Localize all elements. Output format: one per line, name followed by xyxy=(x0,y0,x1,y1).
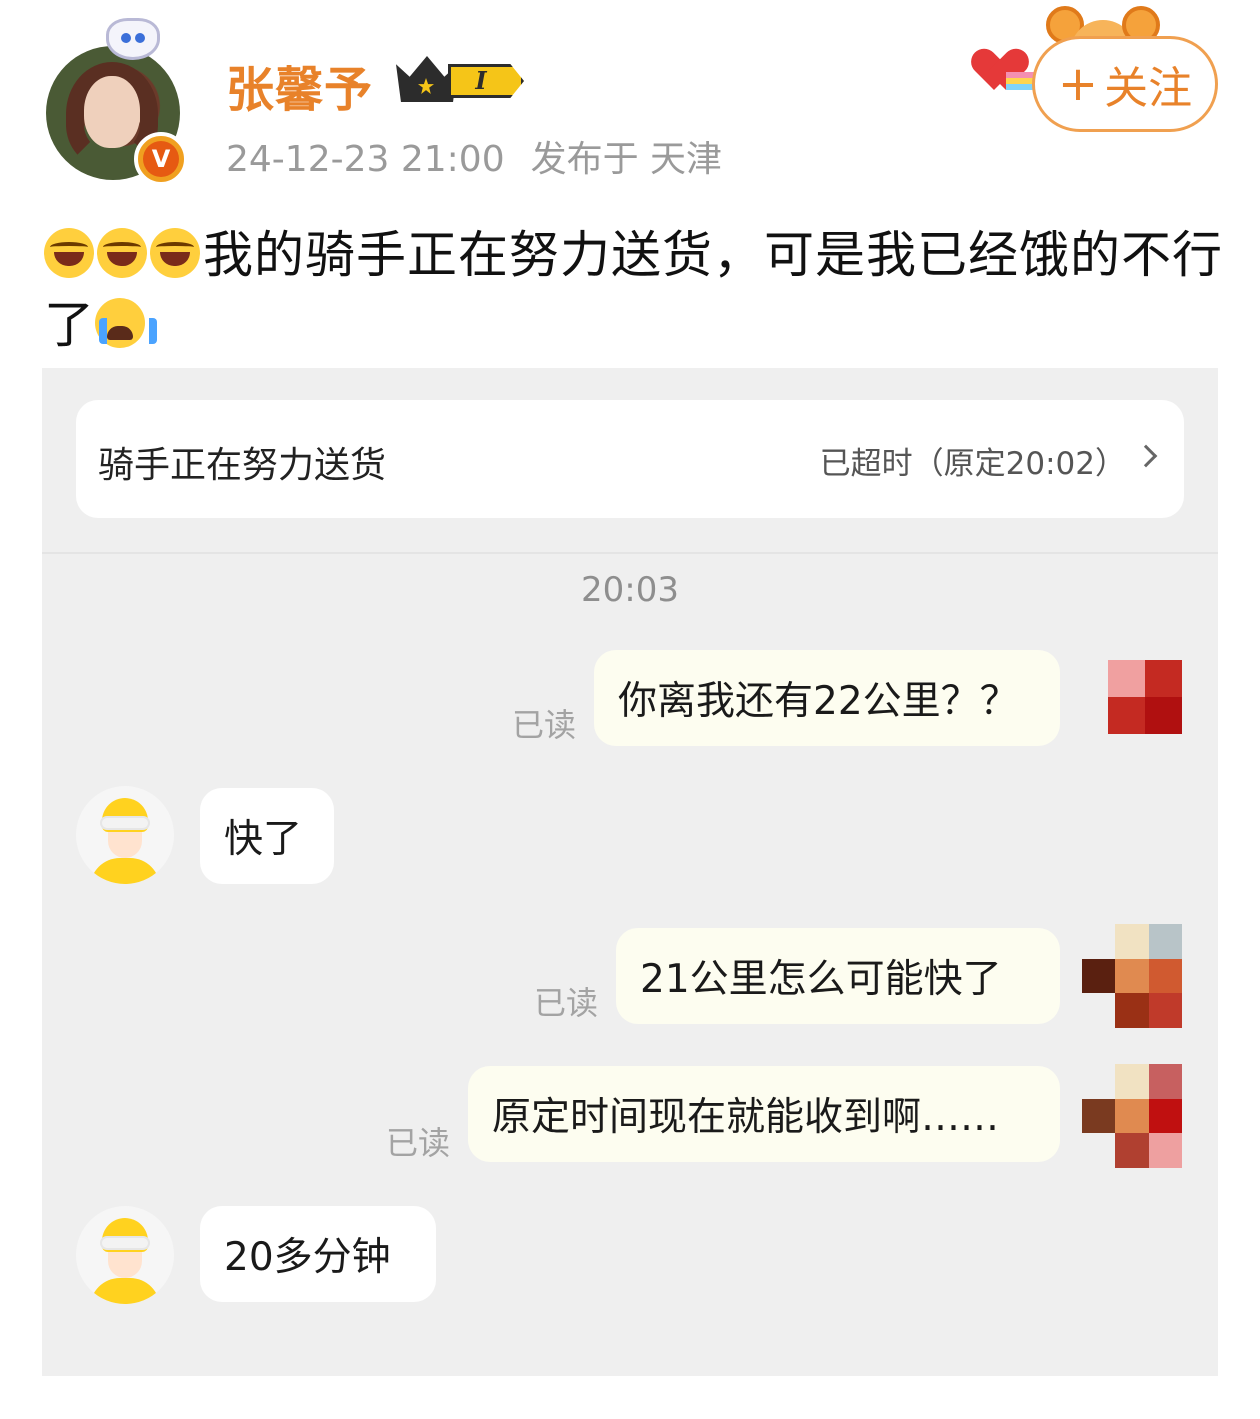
my-avatar-pixelated xyxy=(1082,1064,1182,1168)
delivery-status-title: 骑手正在努力送货 xyxy=(98,445,387,486)
read-receipt: 已读 xyxy=(534,984,599,1022)
overdue-status: 已超时（原定20:02） xyxy=(819,446,1126,482)
message-bubble-received[interactable]: 20多分钟 xyxy=(200,1206,436,1302)
delivery-status-card[interactable]: 骑手正在努力送货 已超时（原定20:02） xyxy=(76,400,1184,518)
message-bubble-received[interactable]: 快了 xyxy=(200,788,334,884)
message-bubble-sent[interactable]: 21公里怎么可能快了 xyxy=(616,928,1060,1024)
plus-icon: + xyxy=(1057,56,1099,112)
laugh-cry-emoji-icon xyxy=(44,228,94,278)
rider-avatar[interactable] xyxy=(76,1206,174,1304)
message-bubble-sent[interactable]: 原定时间现在就能收到啊…… xyxy=(468,1066,1060,1162)
username[interactable]: 张馨予 xyxy=(226,50,373,120)
chevron-right-icon xyxy=(1134,444,1158,468)
follow-button[interactable]: + 关注 xyxy=(1032,36,1218,132)
my-avatar-pixelated xyxy=(1108,660,1182,734)
follow-label: 关注 xyxy=(1104,63,1193,114)
avatar-pendant-icon xyxy=(106,18,160,60)
laugh-cry-emoji-icon xyxy=(97,228,147,278)
post-date: 24-12-23 21:00 xyxy=(226,139,505,180)
chat-timestamp: 20:03 xyxy=(581,570,679,610)
post-meta: 24-12-23 21:00 发布于 天津 xyxy=(226,130,722,182)
read-receipt: 已读 xyxy=(512,706,577,744)
post-text-body: 我的骑手正在努力送货，可是我已经饿的不行了 xyxy=(44,226,1223,354)
divider xyxy=(42,552,1218,554)
post-location: 发布于 天津 xyxy=(530,139,723,180)
rider-avatar[interactable] xyxy=(76,786,174,884)
vip-crown-badge-icon[interactable]: I xyxy=(396,56,528,102)
post-text: 我的骑手正在努力送货，可是我已经饿的不行了 xyxy=(44,220,1224,360)
crying-emoji-icon xyxy=(95,298,157,348)
vip-level: I xyxy=(448,64,524,98)
chat-screenshot[interactable]: 骑手正在努力送货 已超时（原定20:02） 20:03 已读 你离我还有22公里… xyxy=(42,368,1218,1376)
read-receipt: 已读 xyxy=(386,1124,451,1162)
message-bubble-sent[interactable]: 你离我还有22公里？？ xyxy=(594,650,1060,746)
laugh-cry-emoji-icon xyxy=(150,228,200,278)
verified-badge-icon: V xyxy=(134,132,188,186)
my-avatar-pixelated xyxy=(1082,924,1182,1028)
